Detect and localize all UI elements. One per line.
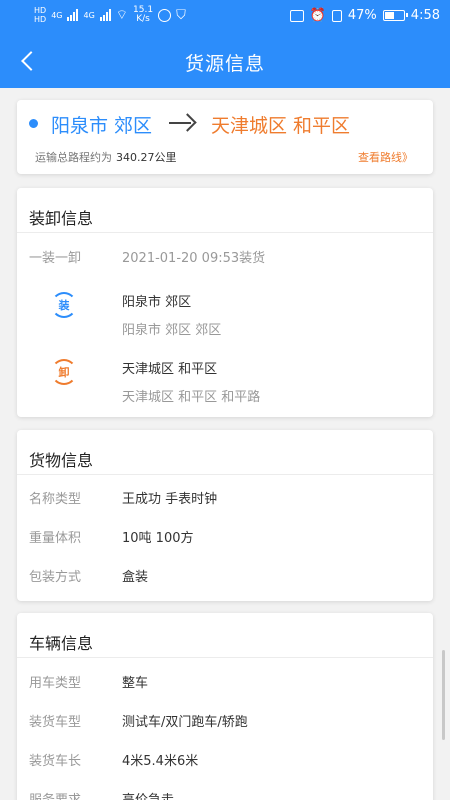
goods-packing-value: 盒装 xyxy=(122,570,149,585)
section-title-vehicle: 车辆信息 xyxy=(29,634,94,653)
vibrate-icon xyxy=(331,9,342,22)
battery-icon xyxy=(382,10,408,21)
page-title: 货源信息 xyxy=(184,53,265,75)
alarm-icon: ⏰ xyxy=(309,8,326,23)
load-address: 阳泉市 郊区 郊区 xyxy=(122,323,222,338)
shield-icon: ⛉ xyxy=(176,7,186,23)
status-bar: HD HD 4G 4G ⌔ 15.1 K/s ⛉ ⏰ 47% 4:58 xyxy=(0,0,450,34)
vehicle-model-label: 装货车型 xyxy=(29,715,82,730)
vehicle-length-label: 装货车长 xyxy=(29,754,82,769)
section-title-loading: 装卸信息 xyxy=(29,209,94,228)
divider xyxy=(17,474,433,475)
load-city: 阳泉市 郊区 xyxy=(122,295,192,310)
clock-time: 4:58 xyxy=(410,8,440,23)
nav-bar: 货源信息 xyxy=(0,34,450,88)
arrow-right-icon xyxy=(169,110,195,134)
route-destination: 天津城区 和平区 xyxy=(211,115,351,137)
unload-address: 天津城区 和平区 和平路 xyxy=(122,390,261,405)
signal-icon-1 xyxy=(67,9,79,21)
route-card: 阳泉市 郊区 天津城区 和平区 运输总路程约为 340.27公里 查看路线》 xyxy=(17,100,433,174)
network-type-2: 4G xyxy=(83,10,95,20)
route-origin: 阳泉市 郊区 xyxy=(51,115,153,137)
hd-indicators: HD HD xyxy=(34,6,46,24)
network-speed: 15.1 K/s xyxy=(133,6,153,24)
nfc-icon xyxy=(289,9,304,22)
service-requirement-label: 服务要求 xyxy=(29,789,81,800)
goods-weight-value: 10吨 100方 xyxy=(122,531,194,546)
signal-icon-2 xyxy=(99,9,111,21)
unload-icon: 卸 xyxy=(51,359,77,385)
service-requirement-value: 高价急走 xyxy=(122,789,174,800)
load-icon: 装 xyxy=(51,292,77,318)
origin-dot-icon xyxy=(29,119,38,128)
goods-name-label: 名称类型 xyxy=(29,492,82,507)
wifi-icon: ⌔ xyxy=(115,8,129,23)
goods-info-card: 货物信息 名称类型 王成功 手表时钟 重量体积 10吨 100方 包装方式 盒装 xyxy=(17,430,433,601)
goods-weight-label: 重量体积 xyxy=(29,531,82,546)
network-type-1: 4G xyxy=(51,10,63,20)
hd-label-2: HD xyxy=(34,15,47,24)
divider xyxy=(17,232,433,233)
loading-type-label: 一装一卸 xyxy=(29,251,82,266)
route-distance: 运输总路程约为 340.27公里 xyxy=(35,149,177,165)
divider xyxy=(17,657,433,658)
vehicle-info-card: 车辆信息 用车类型 整车 装货车型 测试车/双门跑车/轿跑 装货车长 4米5.4… xyxy=(17,613,433,800)
loading-time-value: 2021-01-20 09:53装货 xyxy=(122,251,266,266)
distance-value: 340.27公里 xyxy=(116,151,177,164)
loading-info-card: 装卸信息 一装一卸 2021-01-20 09:53装货 装 阳泉市 郊区 阳泉… xyxy=(17,188,433,417)
vehicle-model-value: 测试车/双门跑车/轿跑 xyxy=(122,715,248,730)
vehicle-use-type-value: 整车 xyxy=(122,676,149,691)
speed-unit: K/s xyxy=(136,14,150,24)
vehicle-length-value: 4米5.4米6米 xyxy=(122,754,199,769)
section-title-goods: 货物信息 xyxy=(29,451,94,470)
goods-packing-label: 包装方式 xyxy=(29,570,82,585)
view-route-link[interactable]: 查看路线》 xyxy=(358,149,413,165)
hd-label-1: HD xyxy=(34,6,47,15)
distance-label: 运输总路程约为 xyxy=(35,151,112,164)
app-notification-icon xyxy=(158,8,172,22)
status-right: ⏰ 47% 4:58 xyxy=(289,8,440,23)
battery-percent: 47% xyxy=(347,8,377,23)
unload-city: 天津城区 和平区 xyxy=(122,362,218,377)
goods-name-value: 王成功 手表时钟 xyxy=(122,492,218,507)
status-left: HD HD 4G 4G ⌔ 15.1 K/s ⛉ xyxy=(34,6,186,25)
vehicle-use-type-label: 用车类型 xyxy=(29,676,82,691)
scrollbar-thumb[interactable] xyxy=(442,650,445,740)
